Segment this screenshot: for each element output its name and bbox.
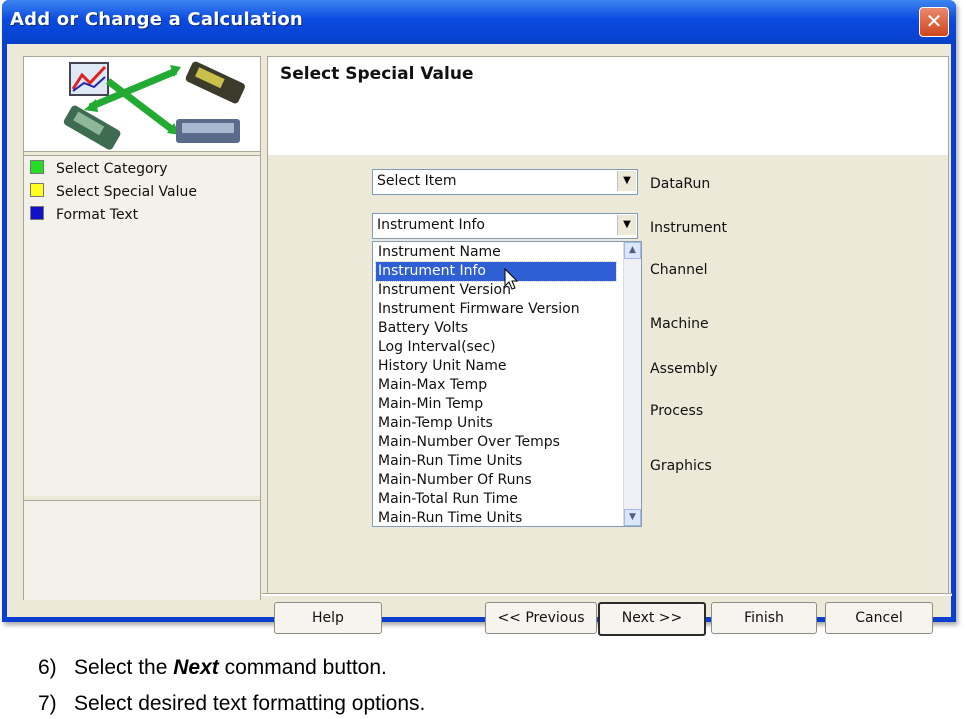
category-label-graphics[interactable]: Graphics: [650, 458, 712, 474]
list-item[interactable]: Main-Number Of Runs: [376, 471, 616, 490]
wizard-side-panel: Select Category Select Special Value For…: [23, 56, 261, 600]
category-label-datarun[interactable]: DataRun: [650, 176, 710, 192]
item-select-dropdown[interactable]: Select Item ▼: [372, 169, 638, 195]
side-panel-bottom-box: [24, 500, 260, 600]
wizard-steps-list: Select Category Select Special Value For…: [24, 155, 260, 496]
close-icon[interactable]: ✕: [919, 7, 949, 37]
finish-button[interactable]: Finish: [711, 602, 817, 634]
scroll-down-icon[interactable]: ▼: [624, 509, 641, 526]
list-item[interactable]: Instrument Name: [376, 243, 616, 262]
blue-square-icon: [30, 206, 44, 220]
footer-divider: [262, 594, 952, 596]
next-button[interactable]: Next >>: [598, 602, 706, 636]
step-format-text: Format Text: [30, 206, 138, 226]
list-item[interactable]: Main-Run Time Units: [376, 509, 616, 526]
previous-button[interactable]: << Previous: [485, 602, 597, 634]
list-item-selected[interactable]: Instrument Info: [375, 261, 617, 282]
category-label-channel[interactable]: Channel: [650, 262, 707, 278]
yellow-square-icon: [30, 183, 44, 197]
list-item[interactable]: Main-Temp Units: [376, 414, 616, 433]
item-select-value: Select Item: [377, 173, 457, 189]
info-select-dropdown[interactable]: Instrument Info ▼: [372, 213, 638, 239]
listbox-scrollbar[interactable]: ▲ ▼: [623, 242, 641, 526]
chevron-down-icon[interactable]: ▼: [617, 215, 636, 235]
category-label-instrument[interactable]: Instrument: [650, 220, 727, 236]
info-select-value: Instrument Info: [377, 217, 485, 233]
chevron-down-icon[interactable]: ▼: [617, 171, 636, 191]
list-item[interactable]: Main-Min Temp: [376, 395, 616, 414]
instruction-step-7: 7) Select desired text formatting options…: [38, 692, 426, 715]
list-item[interactable]: Instrument Firmware Version: [376, 300, 616, 319]
scroll-up-icon[interactable]: ▲: [624, 242, 641, 259]
calculation-logo: [24, 57, 260, 152]
next-emphasis: Next: [173, 656, 219, 679]
list-item[interactable]: Log Interval(sec): [376, 338, 616, 357]
list-item[interactable]: Main-Number Over Temps: [376, 433, 616, 452]
cancel-button[interactable]: Cancel: [825, 602, 933, 634]
dialog-client-area: Select Category Select Special Value For…: [7, 44, 952, 636]
mouse-cursor-icon: [504, 268, 519, 290]
list-item[interactable]: Battery Volts: [376, 319, 616, 338]
list-item[interactable]: History Unit Name: [376, 357, 616, 376]
title-bar[interactable]: Add or Change a Calculation ✕: [2, 0, 956, 44]
step-header: Select Special Value: [268, 57, 948, 155]
list-item[interactable]: Main-Run Time Units: [376, 452, 616, 471]
wizard-content-panel: Select Special Value Select Item ▼ Instr…: [267, 56, 949, 596]
step-select-category: Select Category: [30, 160, 168, 180]
category-label-assembly[interactable]: Assembly: [650, 361, 717, 377]
step-select-special-value: Select Special Value: [30, 183, 197, 203]
page-title: Select Special Value: [280, 64, 474, 84]
green-square-icon: [30, 160, 44, 174]
list-item[interactable]: Instrument Version: [376, 281, 616, 300]
category-label-process[interactable]: Process: [650, 403, 703, 419]
dialog-window: Add or Change a Calculation ✕ Select Cat…: [2, 0, 956, 636]
special-value-listbox[interactable]: Instrument Name Instrument Info Instrume…: [372, 241, 642, 527]
help-button[interactable]: Help: [274, 602, 382, 634]
window-title: Add or Change a Calculation: [10, 9, 303, 30]
list-item[interactable]: Main-Total Run Time: [376, 490, 616, 509]
instruction-step-6: 6) Select the Next command button.: [38, 656, 387, 679]
list-item[interactable]: Main-Max Temp: [376, 376, 616, 395]
category-label-machine[interactable]: Machine: [650, 316, 709, 332]
